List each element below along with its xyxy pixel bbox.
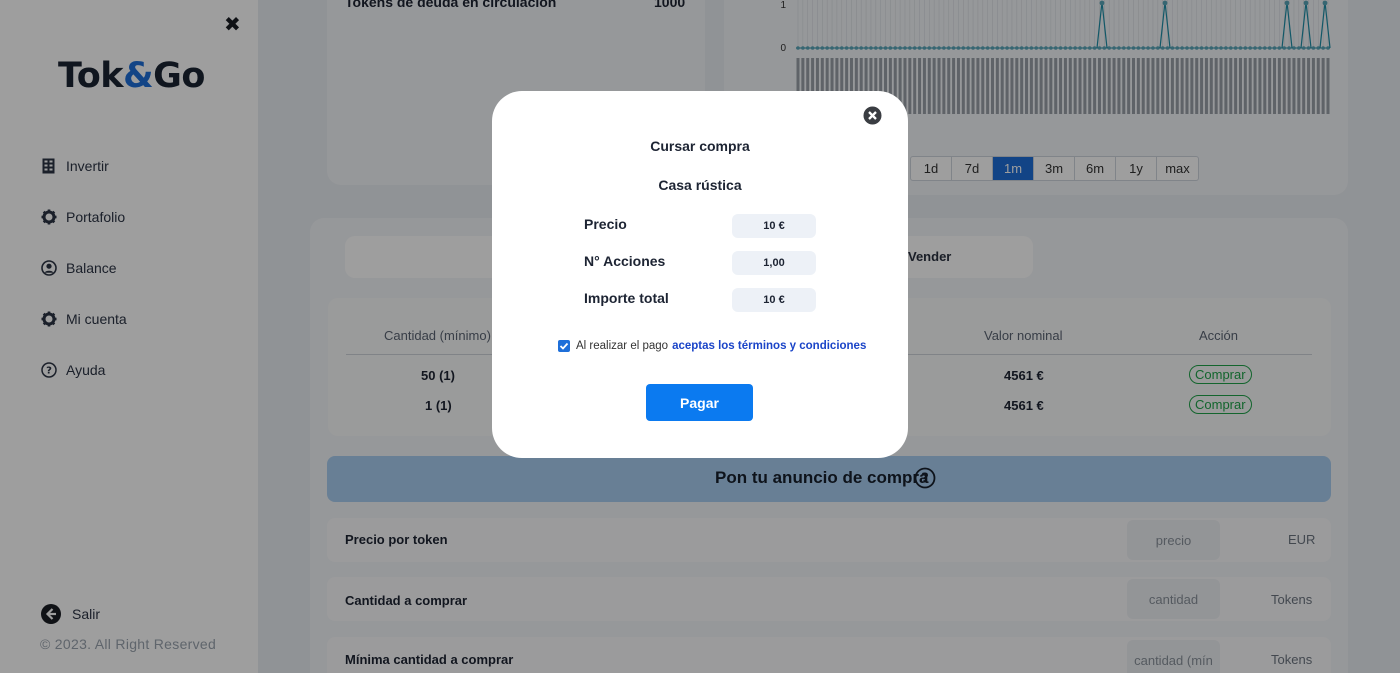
pay-button[interactable]: Pagar [646,384,753,421]
acciones-label: N° Acciones [584,253,666,269]
terms-row: Al realizar el pago aceptas los términos… [558,340,866,352]
terms-text: Al realizar el pago [576,340,669,352]
close-circle-icon[interactable] [863,106,882,125]
importe-value: 10 € [732,288,816,312]
precio-value: 10 € [732,214,816,238]
importe-label: Importe total [584,290,669,306]
precio-label: Precio [584,216,627,232]
terms-link[interactable]: aceptas los términos y condiciones [672,340,866,352]
acciones-value: 1,00 [732,251,816,275]
modal-subtitle: Casa rústica [658,177,742,193]
modal-title: Cursar compra [650,138,750,154]
check-icon [559,342,569,350]
terms-checkbox[interactable] [558,340,570,352]
